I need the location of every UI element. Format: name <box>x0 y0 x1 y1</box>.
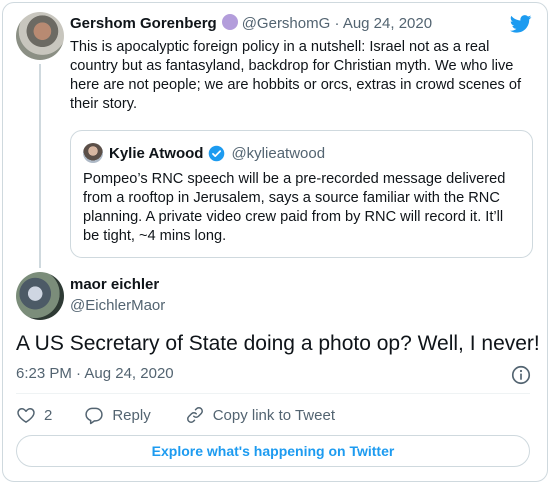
avatar-gershom[interactable] <box>16 12 64 60</box>
quoted-author-handle[interactable]: @kylieatwood <box>231 145 325 162</box>
like-count: 2 <box>44 406 53 424</box>
parent-tweet-header: Gershom Gorenberg @GershomG · Aug 24, 202… <box>70 14 432 32</box>
parent-author-name[interactable]: Gershom Gorenberg <box>70 15 217 32</box>
main-author-handle[interactable]: @EichlerMaor <box>70 297 165 314</box>
info-icon[interactable] <box>510 364 532 386</box>
main-tweet-timestamp[interactable]: 6:23 PM · Aug 24, 2020 <box>16 365 174 382</box>
thread-connector-line <box>39 64 41 268</box>
quoted-tweet-header: Kylie Atwood @kylieatwood <box>83 143 325 163</box>
reply-label: Reply <box>112 406 151 424</box>
parent-date[interactable]: Aug 24, 2020 <box>343 15 432 32</box>
link-icon <box>186 407 203 423</box>
quoted-author-name[interactable]: Kylie Atwood <box>109 145 203 162</box>
quoted-tweet-text: Pompeo’s RNC speech will be a pre-record… <box>83 171 506 244</box>
copy-link-button[interactable]: Copy link to Tweet <box>185 405 335 425</box>
main-tweet-date: Aug 24, 2020 <box>84 365 174 382</box>
main-tweet-time: 6:23 PM <box>16 365 72 382</box>
main-tweet-separator: · <box>76 365 82 382</box>
twitter-bird-icon[interactable] <box>510 15 532 33</box>
avatar-kylie[interactable] <box>83 143 103 163</box>
main-tweet-text: A US Secretary of State doing a photo op… <box>16 332 540 355</box>
explore-twitter-button[interactable]: Explore what's happening on Twitter <box>16 435 530 467</box>
reply-button[interactable]: Reply <box>84 405 151 425</box>
avatar-maor[interactable] <box>16 272 64 320</box>
copy-link-label: Copy link to Tweet <box>212 406 335 424</box>
tweet-actions: 2 Reply Copy link to Tweet <box>16 404 335 426</box>
main-author-name[interactable]: maor eichler <box>70 276 159 293</box>
purple-badge-icon <box>221 14 238 30</box>
parent-author-handle[interactable]: @GershomG <box>242 15 331 32</box>
parent-tweet-text: This is apocalyptic foreign policy in a … <box>70 39 522 112</box>
reply-icon <box>85 407 104 425</box>
verified-badge-icon <box>209 145 225 161</box>
parent-separator: · <box>334 15 340 32</box>
divider <box>16 393 530 394</box>
like-button[interactable]: 2 <box>16 405 52 425</box>
quoted-tweet[interactable]: Kylie Atwood @kylieatwood Pompeo’s RNC s… <box>70 130 533 258</box>
heart-icon <box>17 408 35 423</box>
